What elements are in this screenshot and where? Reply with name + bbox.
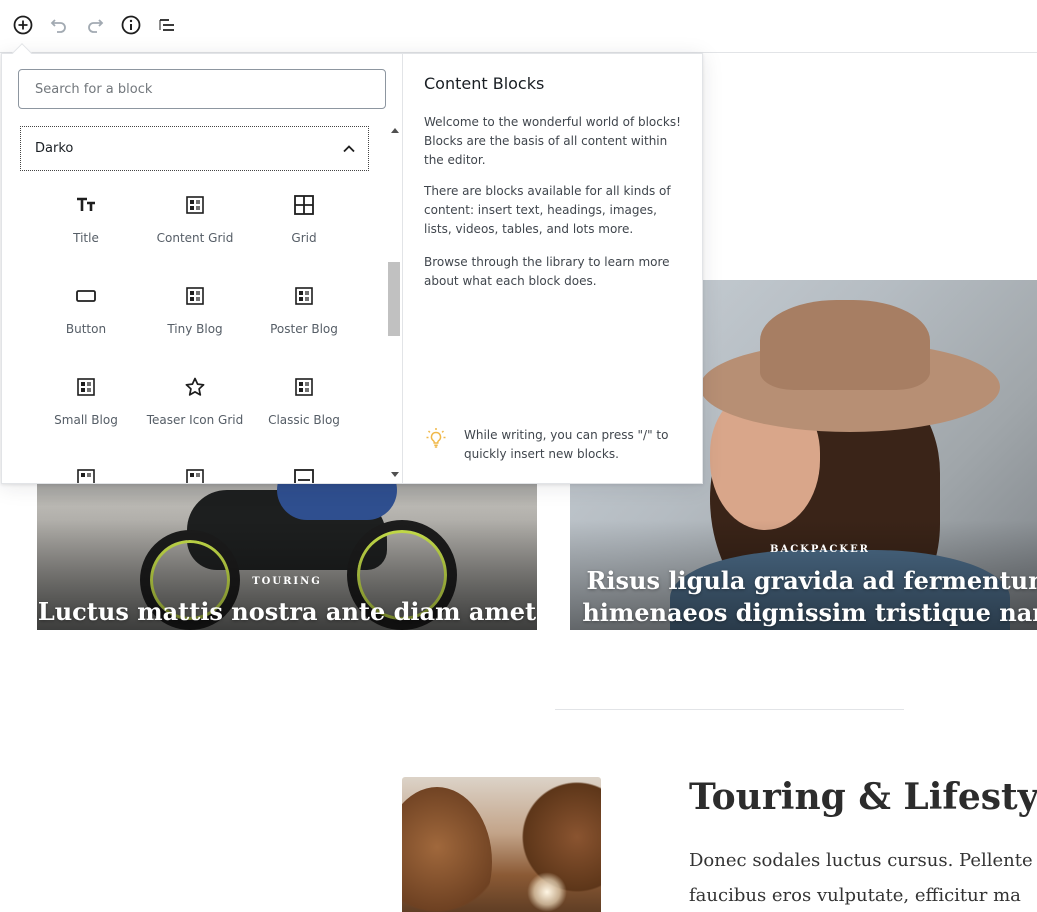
scroll-up-arrow[interactable] xyxy=(391,128,399,133)
help-paragraph: Welcome to the wonderful world of blocks… xyxy=(424,115,681,167)
card-category: TOURING xyxy=(252,576,322,587)
block-item-partial[interactable] xyxy=(141,454,249,483)
post-thumbnail[interactable] xyxy=(402,777,601,912)
scrollbar-thumb[interactable] xyxy=(388,262,400,336)
layout-icon xyxy=(77,378,95,396)
tip-text: While writing, you can press "/" to quic… xyxy=(464,428,669,461)
block-inserter-popover: Darko Title Content Grid Grid Button xyxy=(1,53,703,484)
plus-circle-icon xyxy=(13,15,33,35)
card-category: BACKPACKER xyxy=(770,544,870,555)
info-icon xyxy=(121,15,141,35)
content-structure-button[interactable] xyxy=(118,12,144,38)
block-label: Tiny Blog xyxy=(167,322,223,336)
scroll-down-arrow[interactable] xyxy=(391,472,399,477)
add-block-button[interactable] xyxy=(10,12,36,38)
block-label: Button xyxy=(65,322,107,336)
inserter-library: Darko Title Content Grid Grid Button xyxy=(2,54,403,483)
card-title[interactable]: Luctus mattis nostra ante diam amet xyxy=(37,596,537,628)
post-body-line: faucibus eros vulputate, efficitur ma xyxy=(689,885,1021,906)
button-icon xyxy=(76,290,96,302)
block-item-small-blog[interactable]: Small Blog xyxy=(32,363,140,445)
block-label: Title xyxy=(73,231,99,245)
text-icon xyxy=(77,197,95,211)
grid-icon xyxy=(294,195,314,215)
layout-icon xyxy=(186,287,204,305)
layout-icon xyxy=(186,469,204,483)
block-navigation-button[interactable] xyxy=(154,12,180,38)
card-title-line-2[interactable]: himenaeos dignissim tristique nam xyxy=(570,597,1037,629)
block-label: Small Blog xyxy=(54,413,118,427)
block-search-input[interactable] xyxy=(18,69,386,109)
chevron-up-icon xyxy=(343,144,355,152)
block-label: Poster Blog xyxy=(270,322,338,336)
block-item-grid[interactable]: Grid xyxy=(250,181,358,263)
post-heading[interactable]: Touring & Lifestyle xyxy=(689,773,1037,821)
redo-button[interactable] xyxy=(82,12,108,38)
block-label: Content Grid xyxy=(156,231,234,245)
help-paragraph: There are blocks available for all kinds… xyxy=(424,184,671,236)
panel-title: Darko xyxy=(35,141,74,156)
cover-icon xyxy=(294,469,314,483)
block-list: Title Content Grid Grid Button Tiny Blog xyxy=(32,181,362,483)
block-label: Teaser Icon Grid xyxy=(146,413,244,427)
block-item-teaser-icon-grid[interactable]: Teaser Icon Grid xyxy=(141,363,249,445)
star-icon xyxy=(185,377,205,396)
help-title: Content Blocks xyxy=(424,74,545,93)
layout-icon xyxy=(77,469,95,483)
layout-icon xyxy=(295,287,313,305)
block-item-poster-blog[interactable]: Poster Blog xyxy=(250,272,358,354)
lightbulb-icon xyxy=(426,428,446,448)
inserter-help-panel: Content Blocks Welcome to the wonderful … xyxy=(404,54,702,483)
post-body-line: Donec sodales luctus cursus. Pellente xyxy=(689,850,1033,871)
block-list-scrollbar[interactable] xyxy=(387,126,402,483)
block-item-content-grid[interactable]: Content Grid xyxy=(141,181,249,263)
undo-button[interactable] xyxy=(46,12,72,38)
redo-icon xyxy=(88,19,104,33)
card-title-line-1[interactable]: Risus ligula gravida ad fermentum xyxy=(570,565,1037,597)
block-item-button[interactable]: Button xyxy=(32,272,140,354)
block-item-classic-blog[interactable]: Classic Blog xyxy=(250,363,358,445)
panel-toggle-darko[interactable]: Darko xyxy=(20,126,369,171)
editor-toolbar xyxy=(0,0,1037,53)
layout-icon xyxy=(295,378,313,396)
layout-icon xyxy=(186,196,204,214)
inserter-tip: While writing, you can press "/" to quic… xyxy=(424,426,686,464)
block-item-title[interactable]: Title xyxy=(32,181,140,263)
block-label: Classic Blog xyxy=(268,413,340,427)
block-item-partial[interactable] xyxy=(250,454,358,483)
block-item-tiny-blog[interactable]: Tiny Blog xyxy=(141,272,249,354)
block-item-partial[interactable] xyxy=(32,454,140,483)
undo-icon xyxy=(50,19,66,33)
separator xyxy=(555,709,904,710)
post-body[interactable]: Donec sodales luctus cursus. Pellente fa… xyxy=(689,843,1037,912)
list-outline-icon xyxy=(159,19,174,31)
block-label: Grid xyxy=(291,231,317,245)
help-paragraph: Browse through the library to learn more… xyxy=(424,255,670,288)
